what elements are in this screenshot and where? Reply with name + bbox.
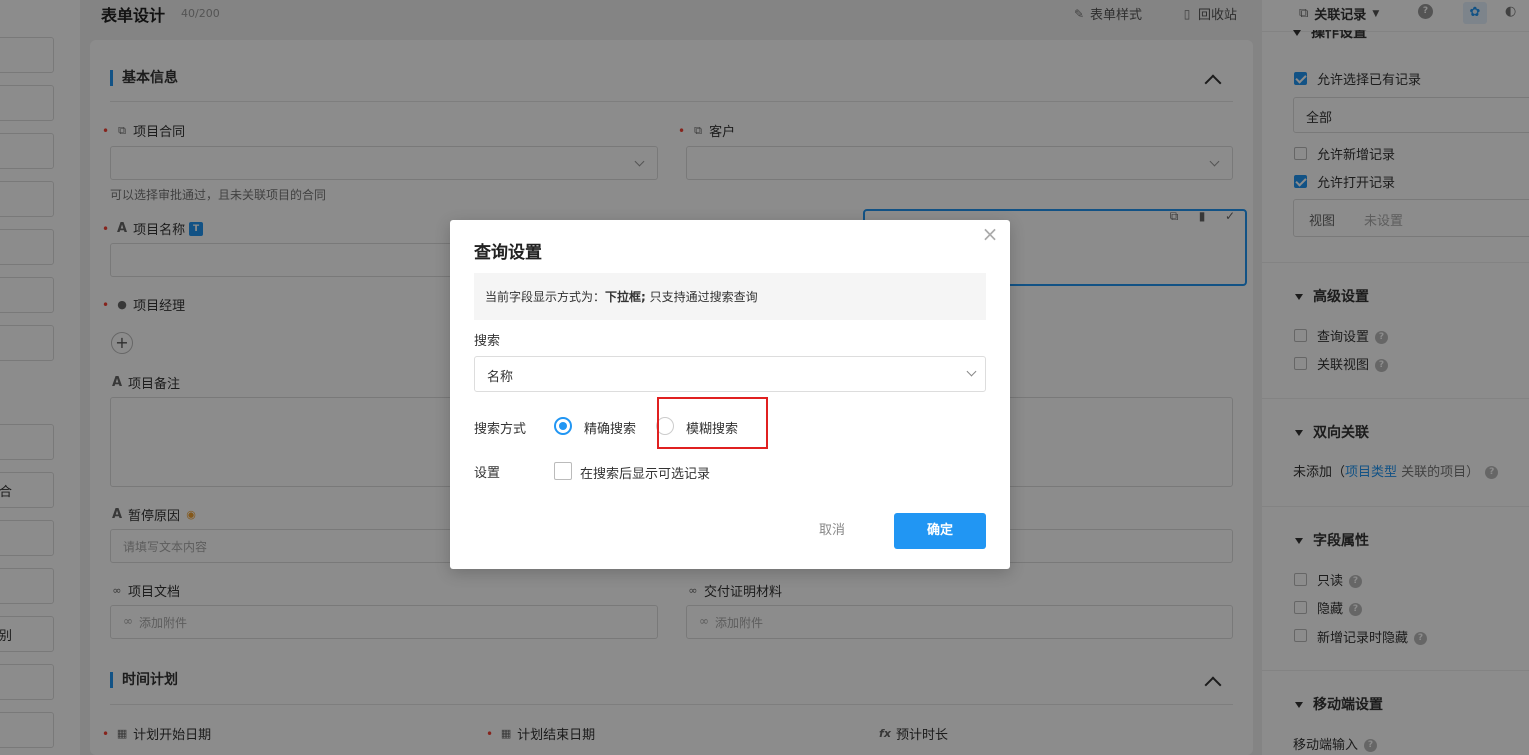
confirm-button[interactable]: 确定 <box>894 513 986 549</box>
search-field-select[interactable]: 名称 <box>474 356 986 392</box>
chevron-down-icon <box>966 366 977 377</box>
search-mode-label: 搜索方式 <box>474 422 527 437</box>
close-icon[interactable]: × <box>980 224 1000 244</box>
search-field-label: 搜索 <box>474 334 501 349</box>
query-settings-dialog: 查询设置 × 当前字段显示方式为：下拉框; 只支持通过搜索查询 搜索 名称 搜索… <box>450 220 1010 569</box>
show-records-checkbox[interactable] <box>554 462 572 480</box>
settings-label: 设置 <box>474 466 501 481</box>
highlight-annotation <box>657 397 768 449</box>
cancel-button[interactable]: 取消 <box>806 513 858 549</box>
dialog-title: 查询设置 <box>474 243 542 263</box>
exact-search-label[interactable]: 精确搜索 <box>584 418 636 437</box>
show-records-label[interactable]: 在搜索后显示可选记录 <box>580 463 710 482</box>
exact-search-radio[interactable] <box>554 417 572 435</box>
display-mode-info: 当前字段显示方式为：下拉框; 只支持通过搜索查询 <box>474 273 986 320</box>
